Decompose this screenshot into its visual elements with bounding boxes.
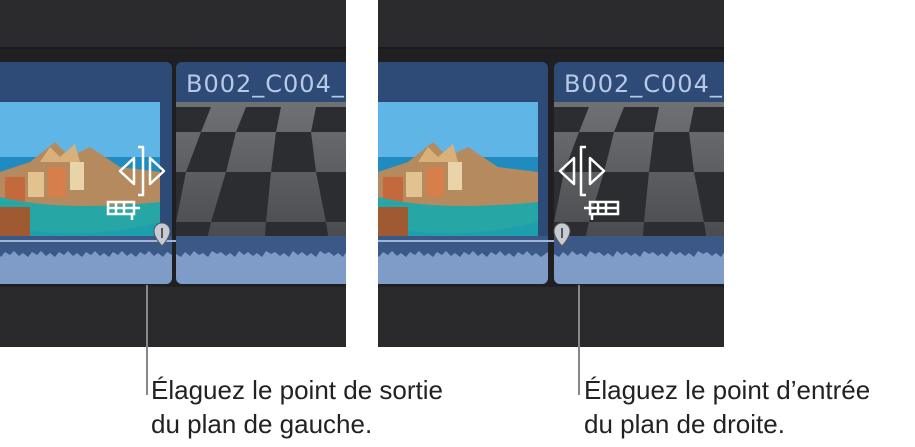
- left-annotation: Élaguez le point de sortie du plan de ga…: [151, 373, 443, 441]
- right-annotation-line-2: du plan de droite.: [584, 409, 785, 439]
- marker-icon[interactable]: [152, 222, 172, 248]
- filmstrip-icon: [582, 198, 622, 220]
- timeline-divider: [0, 47, 346, 49]
- right-clip-audio-waveform: [176, 236, 346, 284]
- left-annotation-line-1: Élaguez le point de sortie: [151, 375, 443, 405]
- clip-name-label: B002_C004_: [186, 70, 345, 98]
- timeline-empty-track: [0, 287, 346, 347]
- right-clip-audio-waveform: [554, 236, 724, 284]
- timeline-empty-track: [378, 287, 724, 347]
- marker-icon[interactable]: [552, 222, 572, 248]
- left-clip-audio-waveform: [378, 236, 548, 284]
- filmstrip-icon: [106, 198, 142, 220]
- right-annotation: Élaguez le point d’entrée du plan de dro…: [584, 373, 870, 441]
- clip-name-label: B002_C004_: [564, 70, 723, 98]
- timeline-right: B002_C004_: [378, 0, 724, 347]
- timeline-ruler-band: [0, 0, 346, 47]
- left-annotation-line-2: du plan de gauche.: [151, 409, 373, 439]
- timeline-divider: [378, 47, 724, 49]
- right-annotation-pointer: [578, 285, 580, 395]
- timeline-left: B002_C004_: [0, 0, 346, 347]
- left-clip-audio-waveform: [0, 236, 172, 284]
- right-annotation-line-1: Élaguez le point d’entrée: [584, 375, 871, 405]
- right-clip[interactable]: B002_C004_: [176, 62, 346, 284]
- left-clip[interactable]: [378, 62, 548, 284]
- left-annotation-pointer: [146, 285, 148, 395]
- timeline-ruler-band: [378, 0, 724, 47]
